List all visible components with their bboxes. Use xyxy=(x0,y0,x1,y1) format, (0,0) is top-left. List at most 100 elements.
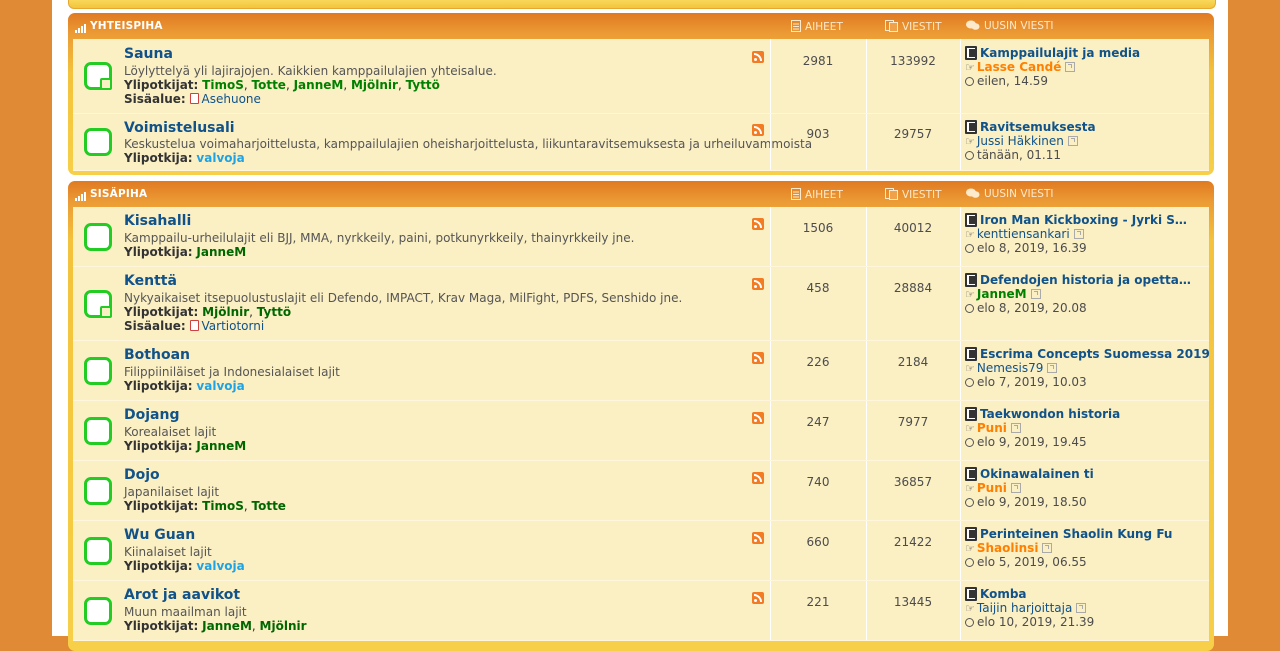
category-yhteispiha: YHTEISPIHA AIHEET VIESTIT UUSIN VIESTI S… xyxy=(68,13,1214,175)
previous-category-footer xyxy=(68,0,1216,9)
view-latest-post-icon[interactable] xyxy=(1067,136,1078,146)
view-latest-post-icon[interactable] xyxy=(1010,423,1021,433)
column-last-post-label: UUSIN VIESTI xyxy=(984,188,1054,200)
column-divider xyxy=(770,581,771,640)
view-latest-post-icon[interactable] xyxy=(1042,543,1053,553)
last-post-title-link[interactable]: Ravitsemuksesta xyxy=(980,120,1096,134)
forum-title[interactable]: Wu Guan xyxy=(124,527,195,543)
last-post-author-link[interactable]: Taijin harjoittaja xyxy=(977,601,1072,615)
moderator-link[interactable]: Tyttö xyxy=(257,305,291,319)
moderator-link[interactable]: JanneM xyxy=(294,78,344,92)
clock-icon xyxy=(965,438,974,447)
moderator-link[interactable]: Mjölnir xyxy=(202,305,249,319)
category-sisapiha: SISÄPIHA AIHEET VIESTIT UUSIN VIESTI Kis… xyxy=(68,181,1214,651)
forum-title[interactable]: Kisahalli xyxy=(124,213,191,229)
last-post-author-link[interactable]: Puni xyxy=(977,421,1007,435)
moderator-link[interactable]: valvoja xyxy=(196,151,244,165)
moderator-link[interactable]: JanneM xyxy=(196,439,246,453)
last-post-author-link[interactable]: JanneM xyxy=(977,287,1027,301)
rss-feed-icon[interactable] xyxy=(752,472,764,484)
last-post-title-link[interactable]: Perinteinen Shaolin Kung Fu xyxy=(980,527,1172,541)
category-title-link[interactable]: YHTEISPIHA xyxy=(75,20,163,33)
last-post-title-link[interactable]: Iron Man Kickboxing - Jyrki S… xyxy=(980,213,1187,227)
column-divider xyxy=(770,461,771,520)
view-latest-post-icon[interactable] xyxy=(1073,229,1084,239)
last-post-author-link[interactable]: kenttiensankari xyxy=(977,227,1070,241)
view-latest-post-icon[interactable] xyxy=(1010,483,1021,493)
document-icon xyxy=(791,188,801,200)
moderators-label: Ylipotkija: xyxy=(124,151,193,165)
forum-description: Nykyaikaiset itsepuolustuslajit eli Defe… xyxy=(124,291,683,305)
last-post: Komba ☞ Taijin harjoittaja elo 10, 2019, … xyxy=(965,587,1094,629)
rss-feed-icon[interactable] xyxy=(752,592,764,604)
last-post-title-link[interactable]: Okinawalainen ti xyxy=(980,467,1094,481)
view-latest-post-icon[interactable] xyxy=(1047,363,1058,373)
last-post-title-link[interactable]: Taekwondon historia xyxy=(980,407,1120,421)
posts-count: 133992 xyxy=(890,54,936,68)
forum-title[interactable]: Arot ja aavikot xyxy=(124,587,240,603)
forum-description: Löylyttelyä yli lajirajojen. Kaikkien ka… xyxy=(124,64,497,78)
last-post-title-link[interactable]: Defendojen historia ja opetta… xyxy=(980,273,1191,287)
forum-row: Kisahalli Kamppailu-urheilulajit eli BJJ… xyxy=(73,207,1209,267)
forum-read-icon xyxy=(84,357,112,385)
column-divider xyxy=(960,581,961,640)
last-post: Kamppailulajit ja media ☞ Lasse Candé eil… xyxy=(965,46,1140,88)
moderator-link[interactable]: Totte xyxy=(252,78,286,92)
rss-feed-icon[interactable] xyxy=(752,218,764,230)
last-post-title-link[interactable]: Komba xyxy=(980,587,1027,601)
rss-feed-icon[interactable] xyxy=(752,51,764,63)
moderator-link[interactable]: Totte xyxy=(252,499,286,513)
pointing-hand-icon: ☞ xyxy=(965,135,975,148)
subforum-link[interactable]: Vartiotorni xyxy=(202,319,265,333)
moderator-link[interactable]: valvoja xyxy=(196,559,244,573)
last-post-title-link[interactable]: Kamppailulajit ja media xyxy=(980,46,1140,60)
column-divider xyxy=(770,341,771,400)
moderator-link[interactable]: TimoS xyxy=(202,499,244,513)
last-post-author-link[interactable]: Nemesis79 xyxy=(977,361,1044,375)
forum-subforums: Sisäalue: Asehuone xyxy=(124,92,261,106)
moderator-link[interactable]: JanneM xyxy=(202,619,252,633)
forum-title[interactable]: Dojo xyxy=(124,467,160,483)
moderator-link[interactable]: JanneM xyxy=(196,245,246,259)
last-post-author-link[interactable]: Jussi Häkkinen xyxy=(977,134,1064,148)
rss-feed-icon[interactable] xyxy=(752,532,764,544)
view-latest-post-icon[interactable] xyxy=(1030,289,1041,299)
moderator-link[interactable]: TimoS xyxy=(202,78,244,92)
subforum-label: Sisäalue: xyxy=(124,319,186,333)
forum-title[interactable]: Bothoan xyxy=(124,347,190,363)
subforum-link[interactable]: Asehuone xyxy=(202,92,261,106)
forum-description: Korealaiset lajit xyxy=(124,425,217,439)
column-divider xyxy=(770,521,771,580)
last-post-author-link[interactable]: Shaolinsi xyxy=(977,541,1039,555)
forum-description: Kamppailu-urheilulajit eli BJJ, MMA, nyr… xyxy=(124,231,635,245)
rss-feed-icon[interactable] xyxy=(752,412,764,424)
topics-count: 226 xyxy=(806,355,830,369)
topic-icon xyxy=(965,587,977,601)
category-title-link[interactable]: SISÄPIHA xyxy=(75,188,147,201)
view-latest-post-icon[interactable] xyxy=(1076,603,1087,613)
last-post-time: elo 9, 2019, 18.50 xyxy=(977,495,1087,509)
moderator-link[interactable]: valvoja xyxy=(196,379,244,393)
topic-icon xyxy=(965,467,977,481)
forum-title[interactable]: Sauna xyxy=(124,46,173,62)
topics-count: 458 xyxy=(806,281,830,295)
forum-read-icon xyxy=(84,477,112,505)
last-post-author-link[interactable]: Puni xyxy=(977,481,1007,495)
last-post-author-link[interactable]: Lasse Candé xyxy=(977,60,1062,74)
category-title: YHTEISPIHA xyxy=(90,20,163,32)
forum-title[interactable]: Voimistelusali xyxy=(124,120,235,136)
moderator-link[interactable]: Mjölnir xyxy=(260,619,307,633)
moderator-link[interactable]: Tyttö xyxy=(406,78,440,92)
rss-feed-icon[interactable] xyxy=(752,278,764,290)
moderator-link[interactable]: Mjölnir xyxy=(351,78,398,92)
last-post-title-link[interactable]: Escrima Concepts Suomessa 2019 xyxy=(980,347,1210,361)
rss-feed-icon[interactable] xyxy=(752,352,764,364)
last-post-time: elo 7, 2019, 10.03 xyxy=(977,375,1087,389)
forum-title[interactable]: Dojang xyxy=(124,407,179,423)
view-latest-post-icon[interactable] xyxy=(1065,62,1076,72)
clock-icon xyxy=(965,378,974,387)
forum-read-subforum-icon xyxy=(84,62,112,90)
forum-title[interactable]: Kenttä xyxy=(124,273,177,289)
column-topics-label: AIHEET xyxy=(805,189,843,201)
rss-feed-icon[interactable] xyxy=(752,124,764,136)
